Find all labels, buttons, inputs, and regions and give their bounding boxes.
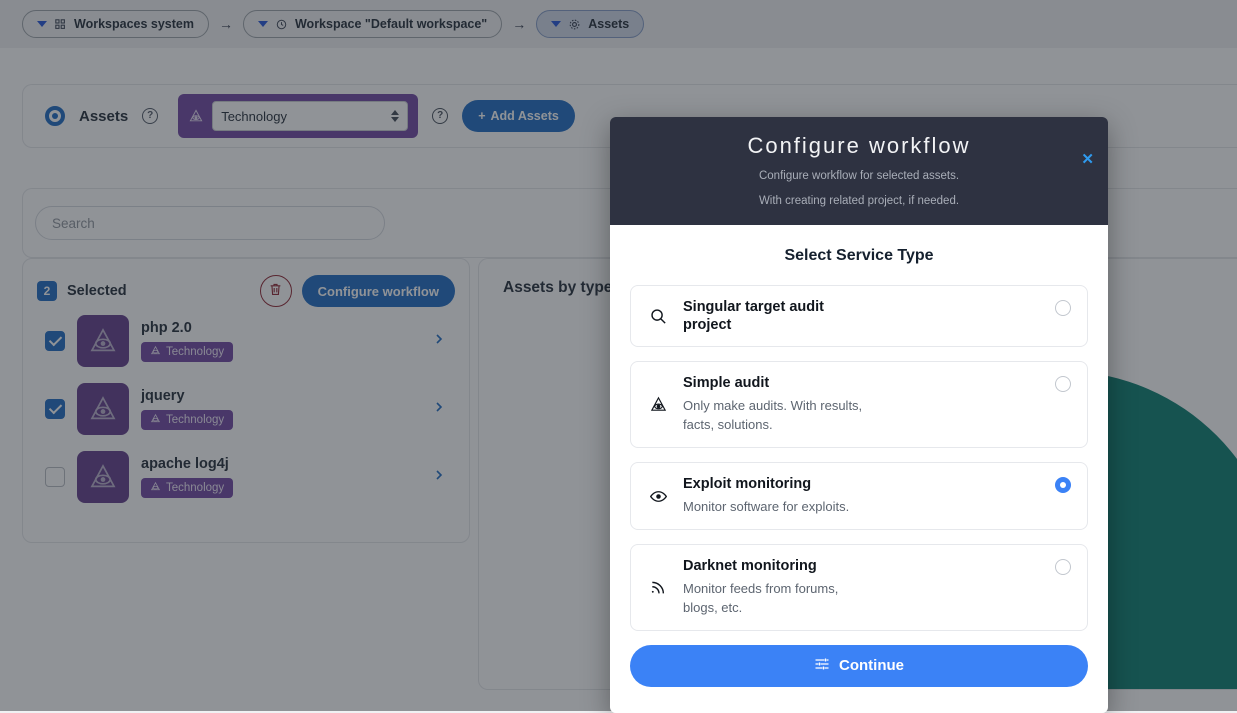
service-type-option-list: Singular target audit project Simple aud… — [630, 285, 1088, 631]
service-type-option[interactable]: Simple audit Only make audits. With resu… — [630, 361, 1088, 448]
sliders-icon — [814, 656, 830, 676]
pyramid-eye-icon — [647, 395, 669, 414]
select-service-type-heading: Select Service Type — [630, 247, 1088, 265]
service-type-description: Monitor feeds from forums, blogs, etc. — [683, 580, 863, 618]
service-type-option[interactable]: Darknet monitoring Monitor feeds from fo… — [630, 544, 1088, 631]
modal-title: Configure workflow — [628, 133, 1090, 159]
modal-header: Configure workflow Configure workflow fo… — [610, 117, 1108, 225]
modal-subtitle-2: With creating related project, if needed… — [628, 196, 1090, 208]
service-type-text: Singular target audit project — [683, 298, 1041, 334]
modal-body: Select Service Type Singular target audi… — [610, 225, 1108, 713]
service-type-text: Exploit monitoring Monitor software for … — [683, 475, 1041, 517]
service-type-title: Singular target audit project — [683, 298, 853, 334]
service-type-description: Monitor software for exploits. — [683, 498, 863, 517]
close-icon[interactable]: ✕ — [1081, 150, 1094, 168]
continue-button[interactable]: Continue — [630, 645, 1088, 687]
service-type-radio[interactable] — [1055, 300, 1071, 316]
service-type-radio[interactable] — [1055, 477, 1071, 493]
service-type-text: Darknet monitoring Monitor feeds from fo… — [683, 557, 1041, 618]
service-type-title: Darknet monitoring — [683, 557, 1041, 575]
rss-icon — [647, 578, 669, 597]
modal-subtitle-1: Configure workflow for selected assets. — [628, 171, 1090, 183]
service-type-title: Simple audit — [683, 374, 1041, 392]
service-type-radio[interactable] — [1055, 559, 1071, 575]
service-type-option[interactable]: Exploit monitoring Monitor software for … — [630, 462, 1088, 530]
service-type-option[interactable]: Singular target audit project — [630, 285, 1088, 347]
service-type-title: Exploit monitoring — [683, 475, 1041, 493]
service-type-text: Simple audit Only make audits. With resu… — [683, 374, 1041, 435]
service-type-radio[interactable] — [1055, 376, 1071, 392]
eye-icon — [647, 487, 669, 506]
search-icon — [647, 307, 669, 326]
continue-label: Continue — [839, 657, 904, 674]
configure-workflow-modal: Configure workflow Configure workflow fo… — [610, 117, 1108, 713]
service-type-description: Only make audits. With results, facts, s… — [683, 397, 863, 435]
